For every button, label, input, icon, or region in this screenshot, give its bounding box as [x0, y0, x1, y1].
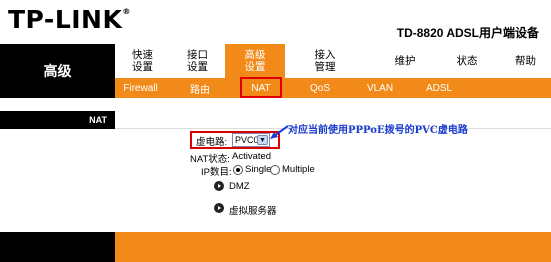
vc-select-value: PVC0 [235, 135, 259, 145]
virtual-server-link[interactable]: 虚拟服务器 [229, 203, 277, 217]
nav-advanced-setup[interactable]: 高级 设置 [225, 44, 285, 78]
brand-bar: TP-LINK® TD-8820 ADSL用户端设备 [0, 0, 551, 44]
vc-label: 虚电路: [196, 137, 228, 148]
virtual-server-arrow-icon [214, 203, 224, 213]
nav-quick-setup[interactable]: 快速 设置 [115, 44, 170, 78]
subnav-vlan[interactable]: VLAN [360, 78, 400, 98]
nav-maintenance[interactable]: 维护 [380, 44, 430, 78]
footer-left [0, 232, 115, 262]
ip-multiple-radio[interactable] [270, 165, 280, 175]
ip-multiple-label: Multiple [282, 164, 315, 175]
dmz-arrow-icon [214, 181, 224, 191]
nat-status-value: Activated [232, 151, 272, 162]
nav-help[interactable]: 帮助 [500, 44, 551, 78]
subnav-firewall[interactable]: Firewall [118, 78, 163, 98]
subnav-adsl[interactable]: ADSL [418, 78, 460, 98]
dmz-link[interactable]: DMZ [229, 181, 250, 192]
ip-count-label: IP数目: [201, 167, 232, 178]
device-model: TD-8820 ADSL用户端设备 [396, 26, 539, 40]
subnav-routing[interactable]: 路由 [180, 78, 220, 98]
vc-select[interactable]: PVC0 ▼ [232, 133, 270, 147]
annotation-arrow-icon [270, 125, 289, 139]
ip-single-label: Single [245, 164, 272, 175]
annotation-text: 对应当前使用PPPoE拨号的PVC虚电路 [288, 125, 468, 136]
subnav-qos[interactable]: QoS [300, 78, 340, 98]
nav-access-management[interactable]: 接入 管理 [295, 44, 355, 78]
nat-highlight-box [240, 77, 282, 98]
nav-status[interactable]: 状态 [442, 44, 492, 78]
nav-interface-setup[interactable]: 接口 设置 [170, 44, 225, 78]
footer-bar [115, 232, 551, 262]
nat-status-label: NAT状态: [190, 154, 230, 165]
chevron-down-icon: ▼ [257, 135, 268, 145]
page-section-label: NAT [0, 111, 115, 129]
section-title: 高级 [0, 44, 115, 98]
ip-single-radio[interactable] [233, 165, 243, 175]
logo: TP-LINK® [8, 5, 131, 34]
